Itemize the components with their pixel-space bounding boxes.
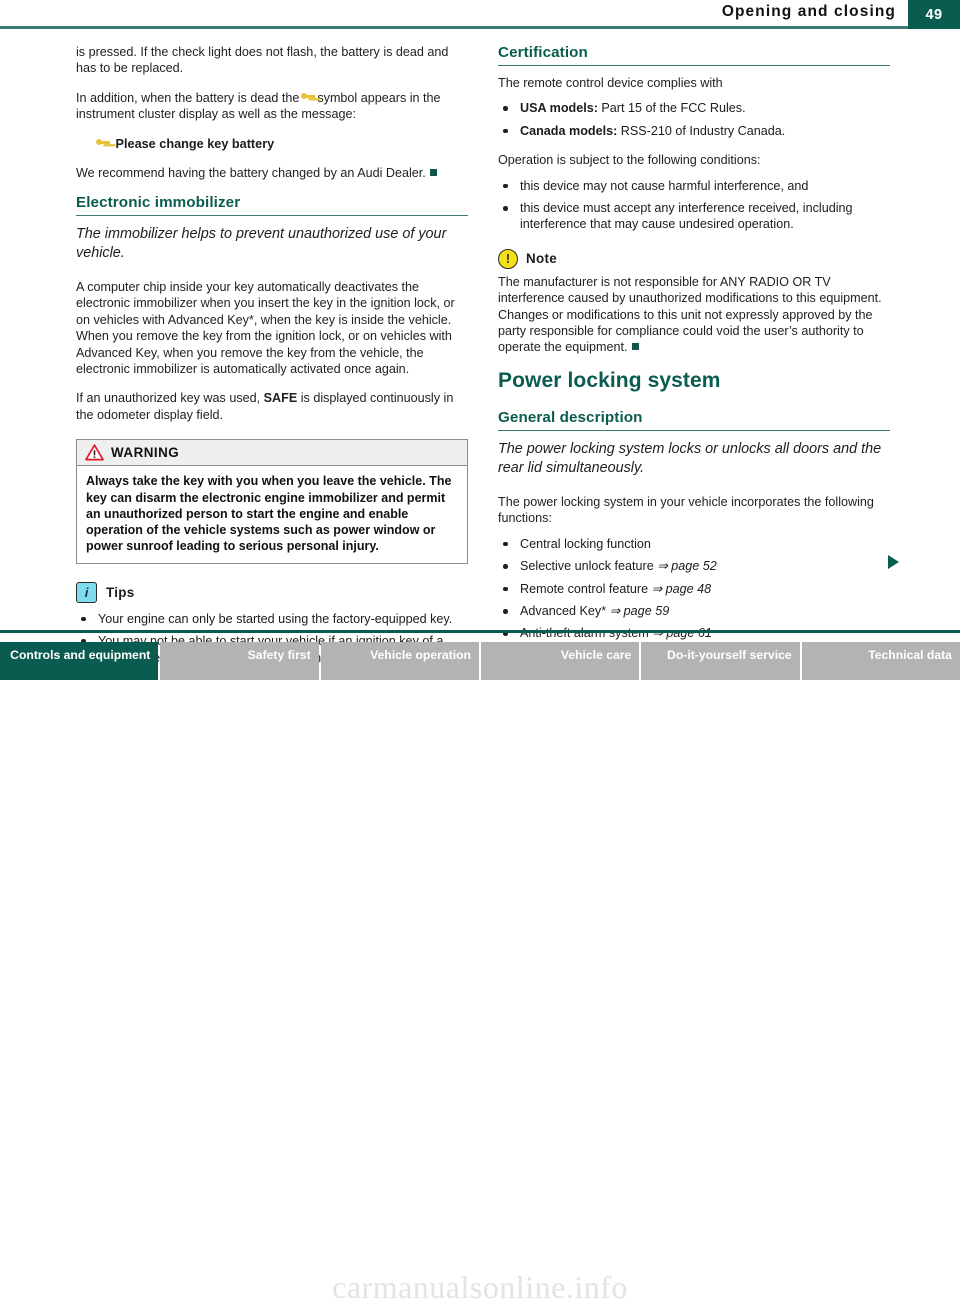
footer-rule bbox=[0, 630, 960, 633]
paragraph-complies-with: The remote control device complies with bbox=[498, 76, 723, 90]
compliance-market-detail: Part 15 of the FCC Rules. bbox=[601, 101, 746, 116]
paragraph-check-light: is pressed. If the check light does not … bbox=[76, 45, 449, 76]
list-item: Advanced Key* ⇒ page 59 bbox=[498, 603, 890, 619]
left-column: is pressed. If the check light does not … bbox=[76, 44, 468, 679]
heading-power-locking-system: Power locking system bbox=[498, 368, 721, 392]
key-battery-icon bbox=[301, 92, 316, 103]
exclamation-icon-letter: ! bbox=[505, 251, 511, 266]
watermark: carmanualsonline.info bbox=[332, 1269, 628, 1305]
compliance-market-label: USA models: bbox=[520, 101, 598, 116]
header-rule bbox=[0, 26, 908, 29]
paragraph-audi-dealer-text: We recommend having the battery changed … bbox=[76, 165, 426, 180]
note-header: ! Note bbox=[498, 248, 890, 269]
condition-text: this device must accept any interference… bbox=[520, 201, 853, 232]
footer-tab-vehicle-care[interactable]: Vehicle care bbox=[480, 642, 640, 680]
safe-keyword: SAFE bbox=[263, 391, 298, 406]
bullet-dot-icon bbox=[503, 183, 508, 189]
page-body: is pressed. If the check light does not … bbox=[0, 44, 960, 665]
function-label: Selective unlock feature bbox=[520, 559, 654, 574]
bullet-dot-icon bbox=[503, 541, 508, 547]
cluster-message: Please change key battery bbox=[76, 136, 468, 152]
list-item: Central locking function bbox=[498, 536, 890, 552]
compliance-market-detail: RSS-210 of Industry Canada. bbox=[620, 123, 786, 138]
page-number-badge: 49 bbox=[908, 0, 960, 29]
footer-tab-safety-first[interactable]: Safety first bbox=[160, 642, 319, 680]
footer: Controls and equipment Safety first Vehi… bbox=[0, 628, 960, 1305]
compliance-list: USA models: Part 15 of the FCC Rules. Ca… bbox=[498, 100, 890, 139]
paragraph-operation-conditions: Operation is subject to the following co… bbox=[498, 153, 761, 168]
function-page-ref[interactable]: ⇒ page 52 bbox=[657, 559, 717, 573]
paragraph-battery-dead-before: In addition, when the battery is dead th… bbox=[76, 90, 300, 105]
functions-list: Central locking function Selective unloc… bbox=[498, 536, 890, 642]
function-label: Advanced Key* bbox=[520, 603, 607, 618]
warning-box-header: WARNING bbox=[77, 440, 467, 467]
list-item: this device may not cause harmful interf… bbox=[498, 178, 890, 194]
list-item: this device must accept any interference… bbox=[498, 200, 890, 233]
function-label: Remote control feature bbox=[520, 581, 649, 596]
heading-general-description: General description bbox=[498, 409, 890, 431]
tips-label: Tips bbox=[106, 584, 135, 600]
heading-electronic-immobilizer: Electronic immobilizer bbox=[76, 194, 468, 217]
footer-tab-do-it-yourself-service[interactable]: Do-it-yourself service bbox=[641, 642, 800, 680]
bullet-dot-icon bbox=[503, 128, 508, 134]
paragraph-audi-dealer: We recommend having the battery changed … bbox=[76, 165, 468, 181]
function-label: Central locking function bbox=[520, 536, 651, 551]
lead-power-locking: The power locking system locks or unlock… bbox=[498, 440, 882, 476]
next-page-arrow-icon[interactable] bbox=[888, 555, 899, 569]
footer-tab-bar: Controls and equipment Safety first Vehi… bbox=[0, 642, 960, 680]
footer-tab-controls-and-equipment[interactable]: Controls and equipment bbox=[0, 642, 159, 680]
right-column: Certification The remote control device … bbox=[498, 44, 890, 655]
paragraph-safe-display: If an unauthorized key was used, SAFE is… bbox=[76, 390, 468, 423]
page-title: Opening and closing bbox=[721, 3, 896, 20]
exclamation-circle-icon: ! bbox=[498, 248, 518, 269]
list-item: Canada models: RSS-210 of Industry Canad… bbox=[498, 123, 890, 139]
list-item: Selective unlock feature ⇒ page 52 bbox=[498, 558, 890, 574]
function-page-ref[interactable]: ⇒ page 59 bbox=[610, 604, 670, 618]
cluster-message-text: Please change key battery bbox=[115, 136, 275, 151]
list-item: Your engine can only be started using th… bbox=[76, 611, 468, 627]
footer-tab-technical-data[interactable]: Technical data bbox=[801, 642, 960, 680]
page-header: Opening and closing 49 bbox=[0, 0, 960, 30]
list-item: Remote control feature ⇒ page 48 bbox=[498, 581, 890, 597]
warning-triangle-icon bbox=[85, 444, 104, 461]
footer-tab-vehicle-operation[interactable]: Vehicle operation bbox=[320, 642, 479, 680]
paragraph-battery-dead: In addition, when the battery is dead th… bbox=[76, 90, 468, 123]
info-icon-letter: i bbox=[84, 584, 89, 600]
bullet-dot-icon bbox=[503, 106, 508, 111]
conditions-list: this device may not cause harmful interf… bbox=[498, 178, 890, 233]
key-battery-icon-message bbox=[96, 138, 110, 149]
bullet-dot-icon bbox=[503, 206, 508, 211]
end-of-section-square-icon bbox=[429, 168, 437, 176]
paragraph-computer-chip: A computer chip inside your key automati… bbox=[76, 280, 455, 377]
note-label: Note bbox=[526, 251, 557, 267]
lead-electronic-immobilizer: The immobilizer helps to prevent unautho… bbox=[76, 226, 447, 262]
paragraph-safe-display-a: If an unauthorized key was used, bbox=[76, 391, 261, 406]
bullet-dot-icon bbox=[503, 586, 508, 592]
info-icon: i bbox=[76, 581, 97, 603]
end-of-section-square-icon bbox=[631, 343, 639, 351]
heading-certification: Certification bbox=[498, 44, 890, 66]
bullet-dot-icon bbox=[503, 564, 508, 569]
note-body-text: The manufacturer is not responsible for … bbox=[498, 274, 882, 355]
list-item: USA models: Part 15 of the FCC Rules. bbox=[498, 100, 890, 116]
warning-box: WARNING Always take the key with you whe… bbox=[76, 439, 468, 564]
compliance-market-label: Canada models: bbox=[520, 123, 618, 138]
note-body: The manufacturer is not responsible for … bbox=[498, 274, 890, 356]
warning-label: WARNING bbox=[111, 445, 180, 461]
condition-text: this device may not cause harmful interf… bbox=[520, 178, 809, 193]
paragraph-incorporates-functions: The power locking system in your vehicle… bbox=[498, 494, 874, 526]
tips-header: i Tips bbox=[76, 581, 468, 603]
tips-item-text: Your engine can only be started using th… bbox=[98, 611, 453, 626]
bullet-dot-icon bbox=[503, 608, 508, 614]
function-page-ref[interactable]: ⇒ page 48 bbox=[652, 582, 712, 596]
warning-body: Always take the key with you when you le… bbox=[86, 474, 452, 554]
bullet-dot-icon bbox=[81, 616, 86, 622]
